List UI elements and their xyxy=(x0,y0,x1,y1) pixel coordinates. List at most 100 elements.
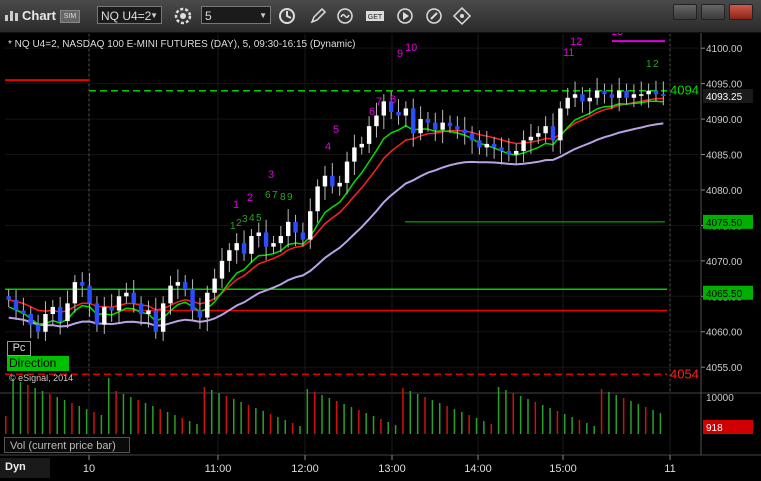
candle-body xyxy=(587,97,592,102)
volume-bar xyxy=(534,402,537,434)
candle-body xyxy=(484,143,489,148)
candle-body xyxy=(418,119,423,134)
volume-bar xyxy=(49,394,51,434)
candle-body xyxy=(462,129,467,134)
volume-bar xyxy=(181,418,184,434)
volume-bar xyxy=(85,409,88,434)
volume-bar xyxy=(166,412,169,434)
candle-body xyxy=(80,282,85,286)
get-icon[interactable]: GET xyxy=(365,6,385,26)
candle-body xyxy=(572,94,578,98)
volume-bar xyxy=(56,397,58,434)
count-label: 12 xyxy=(570,36,582,48)
price-tick-label: 4070.00 xyxy=(706,257,743,268)
maximize-button[interactable] xyxy=(701,4,725,20)
count-label-green: 7 xyxy=(272,190,278,201)
candle-body xyxy=(433,122,438,130)
volume-bar xyxy=(372,416,375,434)
volume-bar xyxy=(461,412,463,434)
volume-bar xyxy=(159,409,161,434)
volume-bar xyxy=(328,398,331,434)
volume-bar xyxy=(512,393,515,434)
volume-bar xyxy=(380,419,382,434)
chevron-down-icon[interactable]: ▼ xyxy=(259,7,267,25)
candle-body xyxy=(661,94,666,97)
volume-bar xyxy=(240,402,242,434)
candle-body xyxy=(543,126,548,134)
count-label: 1 xyxy=(233,199,239,211)
minimize-button[interactable] xyxy=(673,4,697,20)
volume-bar xyxy=(41,391,44,434)
diamond-icon[interactable] xyxy=(452,6,472,26)
volume-bar xyxy=(269,414,272,434)
chart-icon xyxy=(5,11,18,21)
close-button[interactable] xyxy=(729,4,753,20)
candle-body xyxy=(153,310,158,332)
count-label-green: 2 xyxy=(653,59,659,70)
candle-body xyxy=(205,292,210,318)
pencil-icon[interactable] xyxy=(308,6,328,26)
refresh-time-icon[interactable] xyxy=(277,6,297,26)
link-icon[interactable] xyxy=(424,6,444,26)
interval-input[interactable]: 5 ▼ xyxy=(201,6,271,24)
candle-body xyxy=(35,324,41,332)
candle-body xyxy=(21,310,26,315)
candle-body xyxy=(411,108,416,134)
volume-bar xyxy=(438,403,441,434)
volume-bar xyxy=(313,392,316,434)
symbol-input[interactable]: NQ U4=2 ▼ xyxy=(97,6,162,24)
candle-body xyxy=(499,147,504,151)
volume-bar xyxy=(615,395,618,434)
volume-bar xyxy=(34,388,36,434)
play-icon[interactable] xyxy=(395,6,415,26)
price-tick-label: 4095.00 xyxy=(706,80,743,91)
volume-bar xyxy=(291,423,294,434)
price-tick-label: 4055.00 xyxy=(706,363,743,374)
candle-body xyxy=(168,285,173,304)
candle-body xyxy=(521,140,526,151)
upper-price-badge: 4075.50 xyxy=(706,218,743,229)
count-label-green: 5 xyxy=(256,213,262,224)
count-label: 5 xyxy=(333,124,339,136)
candle-body xyxy=(425,119,431,123)
volume-bar xyxy=(541,405,544,434)
volume-bar xyxy=(402,388,404,434)
volume-bar xyxy=(210,390,213,434)
candle-body xyxy=(580,94,585,102)
candle-body xyxy=(609,94,615,98)
volume-bar xyxy=(196,424,198,434)
price-tick-label: 4060.00 xyxy=(706,328,743,339)
volume-bar xyxy=(571,417,573,434)
price-tick-label: 4080.00 xyxy=(706,186,743,197)
candle-body xyxy=(28,314,33,325)
volume-bar xyxy=(321,395,323,434)
volume-bar xyxy=(71,403,73,434)
time-tick-label: 11:00 xyxy=(205,463,232,475)
candle-body xyxy=(639,94,644,96)
dyn-label[interactable]: Dyn xyxy=(5,461,26,473)
direction-label[interactable]: Direction xyxy=(7,356,69,371)
gear-icon[interactable] xyxy=(173,6,193,26)
tilde-icon[interactable] xyxy=(335,6,355,26)
volume-bar xyxy=(622,398,625,434)
candle-body xyxy=(6,296,11,300)
time-tick-label: 11 xyxy=(664,463,675,475)
volume-bar xyxy=(586,423,588,434)
candle-body xyxy=(263,232,269,247)
count-label: 4 xyxy=(325,141,331,153)
chevron-down-icon[interactable]: ▼ xyxy=(150,7,158,25)
volume-bar xyxy=(5,416,7,434)
candle-body xyxy=(403,108,409,116)
volume-bar xyxy=(497,387,500,434)
count-label: 3 xyxy=(268,169,274,181)
sim-badge: SIM xyxy=(60,10,80,23)
volume-bar xyxy=(556,411,559,434)
volume-bar xyxy=(277,417,279,434)
price-chart[interactable]: 1234567891011121312345678912 4100.004095… xyxy=(0,33,761,481)
volume-bar xyxy=(27,385,29,434)
candle-body xyxy=(477,140,482,148)
pc-label[interactable]: Pc xyxy=(7,341,31,356)
volume-bar xyxy=(468,415,470,434)
volume-bar xyxy=(490,424,492,434)
volume-bar xyxy=(115,391,117,434)
